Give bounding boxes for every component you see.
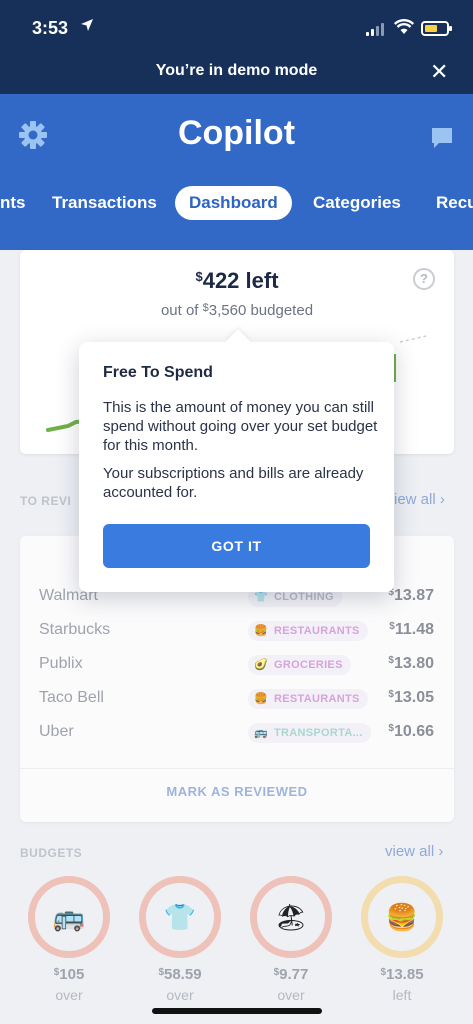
got-it-button[interactable]: GOT IT [103,524,370,568]
battery-icon [421,21,452,36]
category-badge[interactable]: 🍔 RESTAURANTS [248,621,368,641]
chat-icon[interactable] [430,126,454,150]
tab-recurring[interactable]: Recu [436,186,473,220]
mark-as-reviewed-button[interactable]: MARK AS REVIEWED [20,784,454,799]
app-title: Copilot [177,114,296,152]
transaction-amount: $11.48 [389,621,434,638]
shirt-icon: 👕 [139,876,221,958]
budget-value: $105 [53,966,85,983]
budget-item[interactable]: 🚌 $105 over [28,876,110,1003]
budget-item[interactable]: 🏖 $9.77 over [250,876,332,1003]
avocado-icon: 🥑 [254,659,268,671]
bus-icon: 🚌 [254,727,268,739]
wifi-icon [393,19,415,35]
burger-icon: 🍔 [254,693,268,705]
budget-status: over [277,987,305,1003]
budgeted-total: out of $3,560 budgeted [160,302,314,319]
budget-value: $13.85 [380,966,424,983]
beach-umbrella-icon: 🏖 [250,876,332,958]
burger-icon: 🍔 [254,625,268,637]
budget-item[interactable]: 🍔 $13.85 left [361,876,443,1003]
tab-categories[interactable]: Categories [313,186,401,220]
amount-left: $422 left [195,268,279,293]
to-review-view-all-link[interactable]: iew all › [394,491,445,508]
budget-status: over [166,987,194,1003]
transaction-amount: $13.80 [388,655,434,672]
close-icon[interactable]: ✕ [430,59,448,85]
status-bar: 3:53 [0,0,473,50]
bus-icon: 🚌 [28,876,110,958]
tab-accounts[interactable]: nts [0,186,26,220]
tooltip-title: Free To Spend [103,364,213,381]
to-review-heading: TO REVI [20,494,72,508]
transaction-row[interactable]: Publix 🥑 GROCERIES $13.80 [20,648,454,682]
merchant-name: Uber [39,723,74,740]
transaction-row[interactable]: Taco Bell 🍔 RESTAURANTS $13.05 [20,682,454,716]
tab-dashboard[interactable]: Dashboard [175,186,292,220]
merchant-name: Publix [39,655,83,672]
burger-icon: 🍔 [361,876,443,958]
transaction-row[interactable]: Uber 🚌 TRANSPORTA... $10.66 [20,716,454,750]
tooltip-body-secondary: Your subscriptions and bills are already… [103,465,364,501]
app-header: Copilot nts Transactions Dashboard Categ… [0,94,473,250]
home-indicator[interactable] [152,1008,322,1014]
divider [20,768,454,769]
merchant-name: Taco Bell [39,689,104,706]
transaction-row[interactable]: Starbucks 🍔 RESTAURANTS $11.48 [20,614,454,648]
help-icon[interactable]: ? [413,268,435,290]
budget-value: $9.77 [273,966,309,983]
tooltip-body: This is the amount of money you can stil… [103,399,378,454]
budget-status: left [392,987,412,1003]
budgets-heading: BUDGETS [20,846,83,860]
nav-tabs: nts Transactions Dashboard Categories Re… [0,186,473,222]
transaction-amount: $10.66 [388,723,434,740]
status-time: 3:53 [32,18,69,38]
transaction-amount: $13.05 [388,689,434,706]
tab-transactions[interactable]: Transactions [52,186,157,220]
category-badge[interactable]: 🍔 RESTAURANTS [248,689,368,709]
transaction-amount: $13.87 [388,587,434,604]
merchant-name: Starbucks [39,621,111,638]
free-to-spend-tooltip: Free To Spend This is the amount of mone… [79,342,394,592]
demo-mode-message: You’re in demo mode [155,62,318,79]
category-badge[interactable]: 🥑 GROCERIES [248,655,351,675]
budget-value: $58.59 [158,966,202,983]
budget-item[interactable]: 👕 $58.59 over [139,876,221,1003]
location-arrow-icon [80,18,94,35]
demo-mode-banner: You’re in demo mode ✕ [0,50,473,94]
category-badge[interactable]: 🚌 TRANSPORTA... [248,723,371,743]
cellular-signal-icon [366,22,384,36]
budget-status: over [55,987,83,1003]
budgets-view-all-link[interactable]: view all › [385,843,443,860]
